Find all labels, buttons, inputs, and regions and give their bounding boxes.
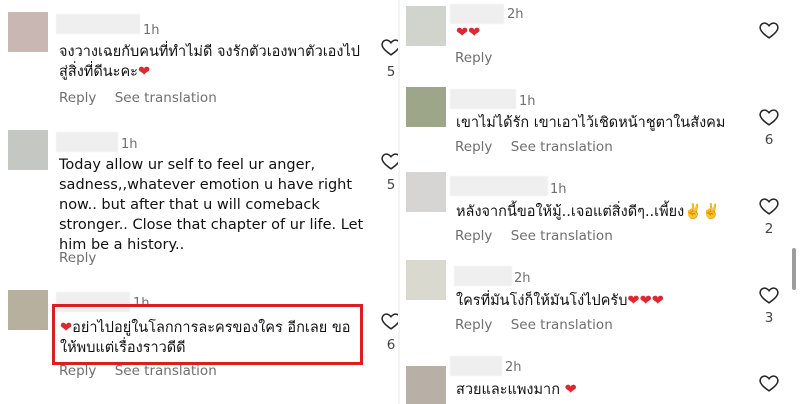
heart-outline-icon[interactable] <box>380 150 400 172</box>
comment-time: 1h <box>143 23 160 38</box>
username-redacted <box>56 132 118 152</box>
comment-time: 2h <box>507 7 524 22</box>
heart-outline-icon[interactable] <box>758 195 780 217</box>
username-redacted <box>450 4 504 24</box>
comment-actions: Reply See translation <box>59 363 231 379</box>
comment-time: 1h <box>121 137 138 152</box>
see-translation-link[interactable]: See translation <box>511 139 613 155</box>
avatar[interactable] <box>406 260 446 300</box>
like-count: 6 <box>386 337 396 353</box>
comment-actions: Reply <box>59 250 110 266</box>
reply-button[interactable]: Reply <box>59 90 96 106</box>
like-count: 3 <box>764 310 774 326</box>
avatar[interactable] <box>8 12 48 52</box>
avatar[interactable] <box>406 6 446 46</box>
see-translation-link[interactable]: See translation <box>115 363 217 379</box>
username-redacted <box>454 266 512 286</box>
heart-outline-icon[interactable] <box>758 284 780 306</box>
username-redacted <box>450 356 502 376</box>
username-redacted <box>56 14 140 34</box>
comment-text: Today allow ur self to feel ur anger, sa… <box>59 157 364 253</box>
like-count: 6 <box>764 132 774 148</box>
comment-text: ใครที่มันโง่ก็ให้มันโง่ไปครับ❤❤❤ <box>456 293 664 309</box>
comment-text: ❤อย่าไปอยู่ในโลกการละครของใคร อีกเลย ขอ … <box>60 320 351 356</box>
comment-text: สวยและแพงมาก ❤ <box>456 382 577 398</box>
comment-text: เขาไม่ได้รัก เขาเอาไว้เชิดหน้าชูตาในสังค… <box>456 115 726 131</box>
left-comments-panel: 1h จงวางเฉยกับคนที่ทำไม่ดี จงรักตัวเองพา… <box>0 0 400 404</box>
username-redacted <box>450 89 516 109</box>
comment-actions: Reply See translation <box>59 90 231 106</box>
heart-outline-icon[interactable] <box>758 106 780 128</box>
like-count: 5 <box>386 177 396 193</box>
comment-text: หลังจากนี้ขอให้มู้..เจอแต่สิ่งดีๆ..เพี้ย… <box>456 204 721 220</box>
reply-button[interactable]: Reply <box>59 250 96 266</box>
see-translation-link[interactable]: See translation <box>115 90 217 106</box>
right-comments-panel: 2h ❤❤ Reply 1h เขาไม่ได้รัก เขาเอาไว้เชิ… <box>400 0 800 404</box>
like-count: 2 <box>764 221 774 237</box>
comment-actions: Reply See translation <box>455 228 627 244</box>
avatar[interactable] <box>406 172 446 212</box>
avatar[interactable] <box>8 290 48 330</box>
comment-actions: Reply See translation <box>455 139 627 155</box>
heart-outline-icon[interactable] <box>758 19 780 41</box>
reply-button[interactable]: Reply <box>455 50 492 66</box>
comment-actions: Reply See translation <box>455 317 627 333</box>
see-translation-link[interactable]: See translation <box>511 228 613 244</box>
comment-text: จงวางเฉยกับคนที่ทำไม่ดี จงรักตัวเองพาตัว… <box>59 44 360 80</box>
reply-button[interactable]: Reply <box>455 317 492 333</box>
comment-time: 1h <box>550 182 567 197</box>
reply-button[interactable]: Reply <box>59 363 96 379</box>
scrollbar-thumb[interactable] <box>792 248 796 290</box>
comment-time: 2h <box>514 271 531 286</box>
avatar[interactable] <box>8 130 48 170</box>
comment-actions: Reply <box>455 50 506 66</box>
comment-time: 1h <box>519 94 536 109</box>
comment-text: ❤❤ <box>456 25 481 41</box>
heart-outline-icon[interactable] <box>758 372 780 394</box>
avatar[interactable] <box>406 87 446 127</box>
comment-time: 2h <box>505 360 522 375</box>
avatar[interactable] <box>406 366 446 404</box>
heart-outline-icon[interactable] <box>380 36 400 58</box>
reply-button[interactable]: Reply <box>455 139 492 155</box>
heart-outline-icon[interactable] <box>380 310 400 332</box>
username-redacted <box>450 176 548 196</box>
like-count: 5 <box>386 64 396 80</box>
see-translation-link[interactable]: See translation <box>511 317 613 333</box>
reply-button[interactable]: Reply <box>455 228 492 244</box>
